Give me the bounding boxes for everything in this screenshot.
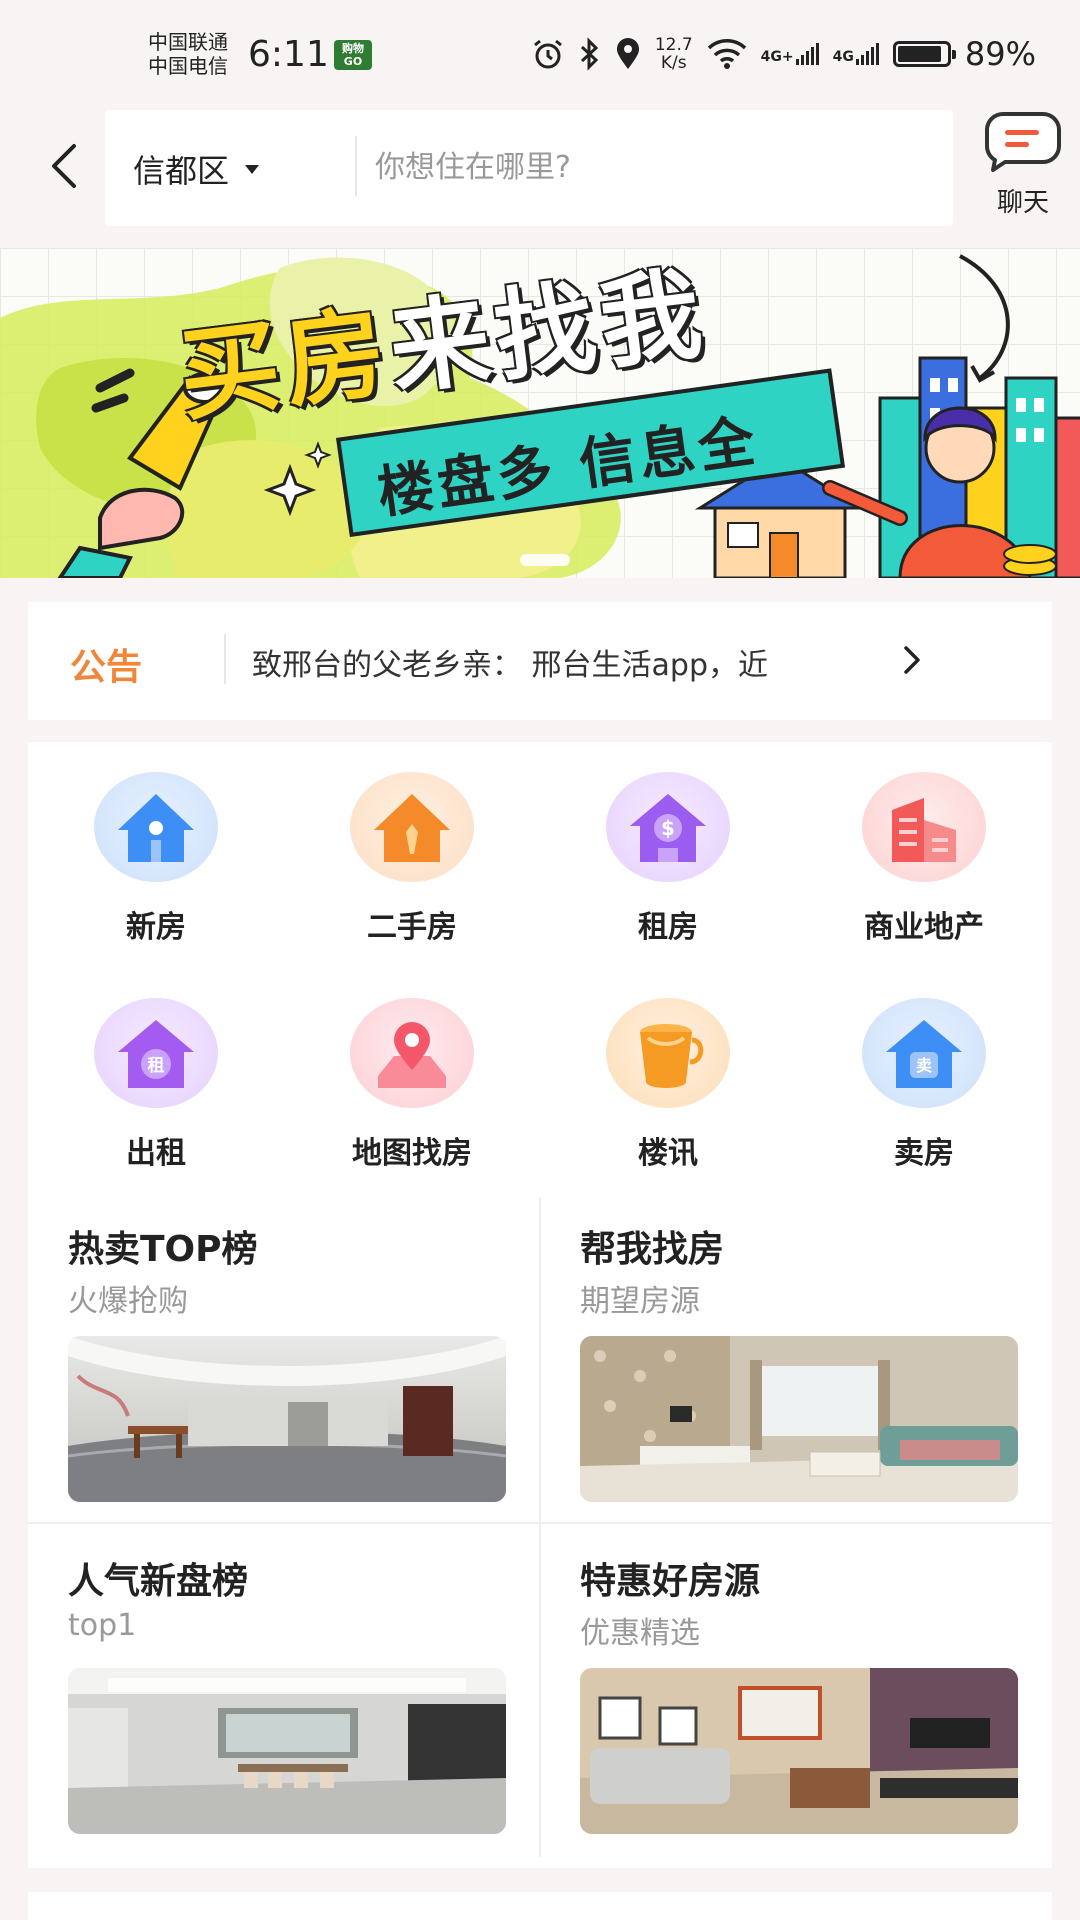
network-speed-unit: K/s	[660, 53, 687, 73]
sell-house-icon: 卖	[886, 1020, 962, 1088]
search-box: 信都区	[105, 110, 953, 226]
app-badge-icon: 购物GO	[334, 40, 372, 70]
paint-bucket-icon	[640, 1024, 704, 1088]
category-icon-bg	[862, 772, 986, 882]
category-label: 二手房	[367, 910, 457, 945]
feature-subtitle: 火爆抢购	[68, 1284, 188, 1319]
district-label: 信都区	[133, 152, 230, 190]
chevron-right-icon	[904, 646, 920, 674]
feature-subtitle: 期望房源	[580, 1284, 700, 1319]
category-label: 楼讯	[638, 1136, 698, 1171]
feature-image	[580, 1668, 1018, 1834]
status-bar: 中国联通 中国电信 6:11 购物GO 12.7 K/s 4G+ 4G 89%	[0, 0, 1080, 108]
chat-label: 聊天	[996, 188, 1049, 218]
banner-title-highlight: 买房	[172, 292, 398, 435]
svg-text:租: 租	[148, 1055, 165, 1076]
house-icon	[118, 794, 194, 862]
network-type-1: 4G+	[760, 49, 794, 65]
signal-bars-2-icon	[855, 43, 879, 65]
category-label: 卖房	[894, 1136, 954, 1171]
feature-help-find[interactable]: 帮我找房 期望房源	[540, 1192, 1052, 1522]
back-arrow-icon[interactable]	[40, 136, 90, 196]
main-card: 新房 二手房 $ 租房 商业地产 租 出租 地图找房 楼讯 卖 卖房 热卖TOP…	[28, 742, 1052, 1868]
category-let-out[interactable]: 租 出租	[28, 998, 284, 1198]
category-rent[interactable]: $ 租房	[540, 772, 796, 972]
feature-subtitle: top1	[68, 1608, 137, 1643]
alarm-icon	[533, 39, 562, 69]
buildings-icon	[892, 798, 956, 862]
search-input[interactable]	[375, 142, 915, 192]
feature-image	[68, 1668, 506, 1834]
signal-2: 4G	[833, 43, 879, 65]
notice-text: 致邢台的父老乡亲： 邢台生活app，近	[252, 648, 769, 683]
promo-banner[interactable]: 买房来找我 楼盘多 信息全	[0, 248, 1080, 578]
carrier-2: 中国电信	[148, 54, 228, 78]
category-icon-bg: $	[606, 772, 730, 882]
category-icon-bg	[606, 998, 730, 1108]
category-label: 新房	[126, 910, 186, 945]
category-map-search[interactable]: 地图找房	[284, 998, 540, 1198]
status-icons: 12.7 K/s 4G+ 4G 89%	[531, 34, 1036, 74]
chat-button[interactable]: 聊天	[980, 110, 1066, 228]
feature-popular-new[interactable]: 人气新盘榜 top1	[28, 1524, 540, 1854]
district-selector[interactable]: 信都区	[133, 146, 260, 192]
category-label: 地图找房	[352, 1136, 472, 1171]
feature-subtitle: 优惠精选	[580, 1616, 700, 1651]
tie-house-icon	[374, 794, 450, 862]
feature-title: 帮我找房	[580, 1229, 725, 1270]
map-pin-icon	[378, 1022, 446, 1088]
category-icon-bg: 卖	[862, 998, 986, 1108]
rent-house-icon: 租	[118, 1020, 194, 1088]
feature-discount[interactable]: 特惠好房源 优惠精选	[540, 1524, 1052, 1854]
category-sell-house[interactable]: 卖 卖房	[796, 998, 1052, 1198]
carrier-info: 中国联通 中国电信	[148, 30, 228, 78]
category-second-hand[interactable]: 二手房	[284, 772, 540, 972]
feature-title: 人气新盘榜	[68, 1561, 249, 1602]
feature-image	[68, 1336, 506, 1502]
category-label: 出租	[126, 1136, 186, 1171]
svg-text:$: $	[661, 816, 675, 840]
feature-hot-top[interactable]: 热卖TOP榜 火爆抢购	[28, 1192, 540, 1522]
battery-icon	[892, 41, 956, 67]
feature-image	[580, 1336, 1018, 1502]
category-icon-bg: 租	[94, 998, 218, 1108]
notice-label: 公告	[70, 647, 143, 688]
category-commercial[interactable]: 商业地产	[796, 772, 1052, 972]
bluetooth-icon	[580, 37, 598, 71]
category-label: 租房	[638, 910, 698, 945]
category-label: 商业地产	[864, 910, 984, 945]
feature-title: 特惠好房源	[580, 1561, 761, 1602]
location-icon	[616, 38, 639, 69]
network-speed-value: 12.7	[654, 35, 693, 55]
category-news[interactable]: 楼讯	[540, 998, 796, 1198]
notice-divider	[224, 634, 226, 684]
category-icon-bg	[350, 772, 474, 882]
battery-percent: 89%	[964, 35, 1036, 73]
next-section-card	[28, 1892, 1052, 1920]
signal-bars-1-icon	[795, 43, 819, 65]
svg-text:卖: 卖	[916, 1056, 932, 1075]
search-divider	[355, 136, 357, 196]
chat-bubble-icon	[984, 112, 1061, 172]
category-new-house[interactable]: 新房	[28, 772, 284, 972]
network-type-2: 4G	[832, 49, 854, 65]
caret-down-icon	[245, 164, 260, 174]
battery-fill	[897, 46, 941, 62]
carrier-1: 中国联通	[148, 30, 228, 54]
category-icon-bg	[350, 998, 474, 1108]
status-time: 6:11	[248, 34, 329, 75]
category-icon-bg	[94, 772, 218, 882]
wifi-icon	[707, 39, 746, 69]
dollar-house-icon: $	[630, 794, 706, 862]
feature-title: 热卖TOP榜	[68, 1229, 258, 1270]
header: 信都区 聊天	[0, 108, 1080, 238]
notice-bar[interactable]: 公告 致邢台的父老乡亲： 邢台生活app，近	[28, 602, 1052, 720]
network-speed: 12.7 K/s	[655, 36, 693, 72]
signal-1: 4G+	[761, 43, 819, 65]
